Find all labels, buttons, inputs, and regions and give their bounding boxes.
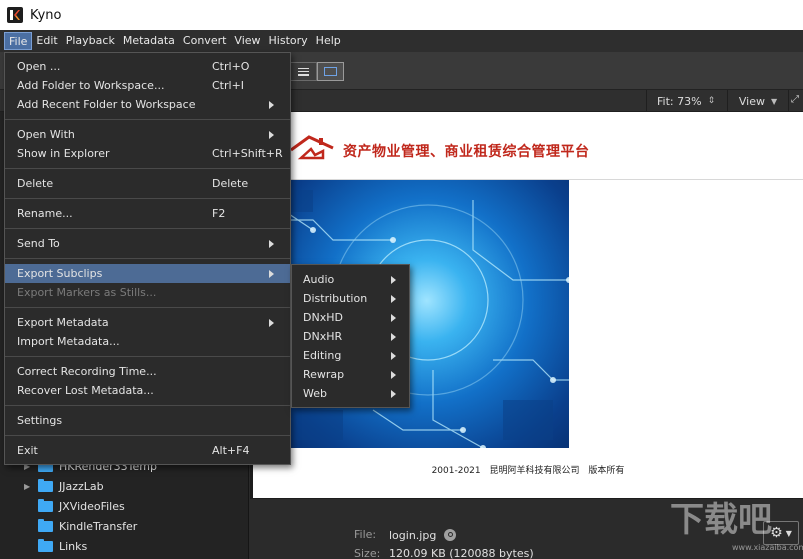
tree-item[interactable]: JXVideoFiles xyxy=(24,496,125,516)
menu-file[interactable]: File xyxy=(4,32,33,50)
menu-convert[interactable]: Convert xyxy=(179,32,231,50)
menu-item-rename[interactable]: Rename... F2 xyxy=(5,204,290,223)
menu-item-export-subclips[interactable]: Export Subclips xyxy=(5,264,290,283)
menu-separator xyxy=(5,228,290,229)
chevron-down-icon: ▼ xyxy=(770,96,778,106)
submenu-arrow-icon xyxy=(391,370,396,379)
search-icon[interactable] xyxy=(444,528,457,541)
tree-item-label: Links xyxy=(59,539,88,553)
menu-item-show-in-explorer[interactable]: Show in Explorer Ctrl+Shift+R xyxy=(5,144,290,163)
submenu-item-audio[interactable]: Audio xyxy=(292,270,409,289)
folder-icon xyxy=(38,498,53,512)
submenu-arrow-icon xyxy=(269,100,274,109)
tree-item[interactable]: Links xyxy=(24,536,87,556)
doc-header: 资产物业管理、商业租赁综合管理平台 xyxy=(253,112,803,180)
file-key: File: xyxy=(354,527,377,541)
submenu-item-dnxhd[interactable]: DNxHD xyxy=(292,308,409,327)
submenu-item-dnxhr[interactable]: DNxHR xyxy=(292,327,409,346)
menu-separator xyxy=(5,198,290,199)
menu-view[interactable]: View xyxy=(230,32,264,50)
submenu-arrow-icon xyxy=(391,332,396,341)
menu-item-delete[interactable]: Delete Delete xyxy=(5,174,290,193)
submenu-arrow-icon xyxy=(391,351,396,360)
footer-years: 2001-2021 xyxy=(431,466,481,476)
export-subclips-submenu: Audio Distribution DNxHD DNxHR Editing R… xyxy=(291,264,410,408)
single-view-button[interactable] xyxy=(317,62,344,81)
submenu-arrow-icon xyxy=(391,389,396,398)
up-down-chevron-icon: ⇕ xyxy=(707,96,716,106)
submenu-arrow-icon xyxy=(391,275,396,284)
menu-separator xyxy=(5,258,290,259)
submenu-arrow-icon xyxy=(269,269,274,278)
view-mode-toggle xyxy=(290,62,344,81)
menu-item-import-metadata[interactable]: Import Metadata... xyxy=(5,332,290,351)
submenu-item-distribution[interactable]: Distribution xyxy=(292,289,409,308)
menu-separator xyxy=(5,168,290,169)
window-title: Kyno xyxy=(30,7,62,23)
folder-icon xyxy=(38,478,53,492)
menu-metadata[interactable]: Metadata xyxy=(119,32,179,50)
list-view-button[interactable] xyxy=(290,62,317,81)
tree-item-label: JJazzLab xyxy=(59,479,104,493)
submenu-arrow-icon xyxy=(391,313,396,322)
fit-zoom-label: Fit: 73% xyxy=(657,94,702,108)
settings-menu-button[interactable]: ⚙ ▼ xyxy=(763,521,799,545)
menu-separator xyxy=(5,356,290,357)
menu-item-open-with[interactable]: Open With xyxy=(5,125,290,144)
submenu-arrow-icon xyxy=(269,130,274,139)
menu-item-exit[interactable]: Exit Alt+F4 xyxy=(5,441,290,460)
menu-separator xyxy=(5,119,290,120)
menu-item-add-recent[interactable]: Add Recent Folder to Workspace xyxy=(5,95,290,114)
menu-bar: File Edit Playback Metadata Convert View… xyxy=(0,30,803,52)
submenu-arrow-icon xyxy=(269,318,274,327)
menu-playback[interactable]: Playback xyxy=(62,32,119,50)
kyno-logo-icon xyxy=(7,7,23,23)
submenu-item-web[interactable]: Web xyxy=(292,384,409,403)
submenu-arrow-icon xyxy=(391,294,396,303)
menu-item-recover-metadata[interactable]: Recover Lost Metadata... xyxy=(5,381,290,400)
single-view-icon xyxy=(324,67,337,76)
gear-icon: ⚙ xyxy=(770,525,783,541)
folder-icon xyxy=(38,518,53,532)
tree-item-label: JXVideoFiles xyxy=(59,499,125,513)
menu-item-add-folder[interactable]: Add Folder to Workspace... Ctrl+I xyxy=(5,76,290,95)
file-name-value: login.jpg xyxy=(389,528,437,542)
house-logo-icon xyxy=(290,135,334,160)
view-dropdown[interactable]: View ▼ xyxy=(727,90,789,112)
fit-zoom-dropdown[interactable]: Fit: 73% ⇕ xyxy=(646,90,725,112)
footer-rights: 版本所有 xyxy=(588,466,625,476)
tree-item[interactable]: KindleTransfer xyxy=(24,516,137,536)
tree-item[interactable]: ▶ JJazzLab xyxy=(24,476,104,496)
folder-icon xyxy=(38,538,53,552)
size-key: Size: xyxy=(354,546,381,559)
menu-separator xyxy=(5,405,290,406)
menu-item-export-markers[interactable]: Export Markers as Stills... xyxy=(5,283,290,302)
menu-item-export-metadata[interactable]: Export Metadata xyxy=(5,313,290,332)
menu-item-settings[interactable]: Settings xyxy=(5,411,290,430)
submenu-item-editing[interactable]: Editing xyxy=(292,346,409,365)
fullscreen-icon[interactable]: ⤢ xyxy=(791,94,803,108)
tree-item-label: KindleTransfer xyxy=(59,519,138,533)
menu-history[interactable]: History xyxy=(265,32,312,50)
footer-company: 昆明阿羊科技有限公司 xyxy=(489,466,580,476)
view-dropdown-label: View xyxy=(738,94,765,108)
file-menu: Open ... Ctrl+O Add Folder to Workspace.… xyxy=(4,52,291,465)
doc-title: 资产物业管理、商业租赁综合管理平台 xyxy=(343,144,590,160)
submenu-arrow-icon xyxy=(269,239,274,248)
menu-help[interactable]: Help xyxy=(312,32,345,50)
menu-item-open[interactable]: Open ... Ctrl+O xyxy=(5,57,290,76)
title-bar: Kyno xyxy=(0,0,803,30)
menu-separator xyxy=(5,435,290,436)
submenu-item-rewrap[interactable]: Rewrap xyxy=(292,365,409,384)
menu-separator xyxy=(5,307,290,308)
menu-edit[interactable]: Edit xyxy=(32,32,61,50)
file-info-panel: File: login.jpg Size: 120.09 KB (120088 … xyxy=(250,499,803,559)
size-value: 120.09 KB (120088 bytes) xyxy=(389,546,534,559)
caret-down-icon: ▼ xyxy=(785,528,792,538)
menu-item-correct-recording-time[interactable]: Correct Recording Time... xyxy=(5,362,290,381)
menu-item-send-to[interactable]: Send To xyxy=(5,234,290,253)
list-view-icon xyxy=(298,67,309,76)
expand-arrow-icon[interactable]: ▶ xyxy=(24,482,38,491)
doc-footer: 2001-2021 昆明阿羊科技有限公司 版本所有 xyxy=(253,463,803,476)
